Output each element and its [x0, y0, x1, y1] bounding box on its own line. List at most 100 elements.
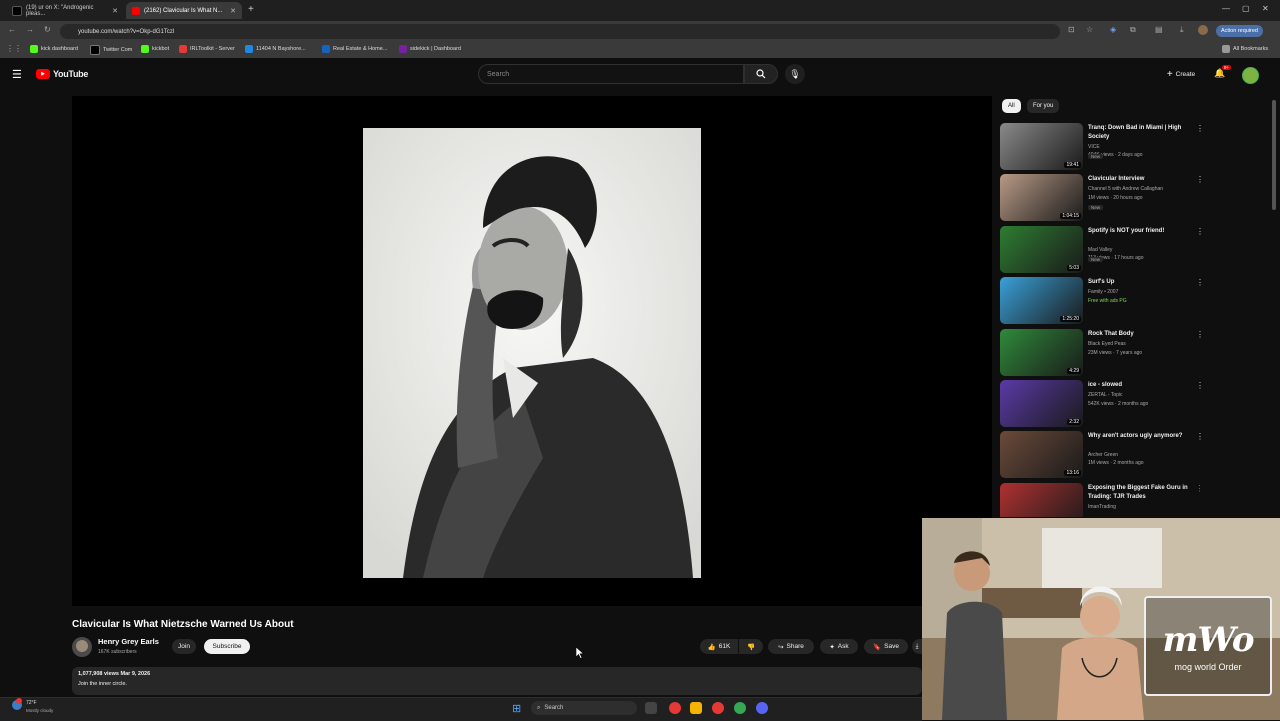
browser-tab-youtube[interactable]: (2162) Clavicular Is What N... ✕ — [126, 2, 242, 19]
file-explorer-icon[interactable] — [690, 702, 702, 714]
puzzle-icon[interactable]: ⧉ — [1130, 25, 1136, 35]
recommendation-title[interactable]: Spotify is NOT your friend! — [1088, 227, 1188, 236]
video-thumbnail[interactable]: 1:04:15 — [1000, 174, 1083, 222]
video-thumbnail[interactable]: 5:03 — [1000, 225, 1083, 273]
recommendation-title[interactable]: Surf's Up — [1088, 278, 1188, 287]
bookmark-item[interactable]: kick dashboard — [30, 45, 78, 53]
new-tab-button[interactable]: + — [248, 4, 254, 15]
taskbar-search[interactable]: ⌕ Search — [531, 701, 637, 715]
recommendation-title[interactable]: Why aren't actors ugly anymore? — [1088, 432, 1188, 441]
chrome-icon[interactable] — [669, 702, 681, 714]
recommendation-item[interactable]: 2:32 ice - slowed ZERTAL - Topic 542K views… — [1000, 380, 1204, 428]
youtube-logo[interactable]: ▶ YouTube — [36, 69, 88, 79]
browser-tab-x[interactable]: (19) ur on X: "Androgenic pleas... ✕ — [6, 2, 124, 19]
dislike-button[interactable]: 👎 — [739, 639, 763, 654]
download-button[interactable]: ⤓ — [912, 639, 922, 654]
channel-avatar[interactable] — [72, 637, 92, 657]
task-view-icon[interactable] — [645, 702, 657, 714]
profile-avatar[interactable] — [1198, 25, 1208, 35]
url-text: youtube.com/watch?v=Okp-dG1Tczl — [78, 28, 175, 35]
recommendation-channel: Channel 5 with Andrew Callaghan — [1088, 186, 1164, 193]
windows-start-icon[interactable]: ⊞ — [512, 702, 521, 715]
sidebar-scrollbar[interactable] — [1272, 100, 1276, 210]
close-tab-icon[interactable]: ✕ — [230, 7, 236, 15]
more-options-icon[interactable]: ⋮ — [1196, 124, 1204, 133]
new-badge: New — [1088, 154, 1104, 159]
install-app-icon[interactable]: ⊡ — [1068, 25, 1075, 34]
more-options-icon[interactable]: ⋮ — [1196, 432, 1204, 441]
action-required-button[interactable]: Action required — [1216, 25, 1263, 37]
account-avatar[interactable] — [1242, 67, 1259, 84]
description-box[interactable] — [72, 667, 922, 695]
bookmark-item[interactable]: Twitter Com — [90, 45, 132, 55]
download-icon[interactable]: ⤓ — [1180, 25, 1184, 35]
maximize-icon[interactable]: ▢ — [1242, 4, 1250, 13]
view-stats: 1,077,908 views Mar 9, 2026 — [78, 671, 151, 677]
discord-icon[interactable] — [756, 702, 768, 714]
search-input[interactable]: Search — [478, 64, 744, 84]
channel-name[interactable]: Henry Grey Earls — [98, 637, 159, 646]
extension-icon[interactable]: ◈ — [1110, 25, 1116, 34]
all-bookmarks[interactable]: All Bookmarks — [1222, 45, 1268, 53]
close-tab-icon[interactable]: ✕ — [112, 7, 118, 15]
video-duration: 4:29 — [1067, 367, 1081, 374]
apps-grid-icon[interactable]: ⋮⋮ — [6, 44, 22, 53]
join-label: Join — [178, 643, 190, 650]
recommendation-item[interactable]: 13:16 Why aren't actors ugly anymore? Arch… — [1000, 431, 1204, 479]
more-options-icon[interactable]: ⋮ — [1196, 484, 1200, 493]
address-bar[interactable]: youtube.com/watch?v=Okp-dG1Tczl — [60, 24, 1060, 39]
chrome-profile-icon[interactable] — [734, 702, 746, 714]
filter-chip-for-you[interactable]: For you — [1027, 99, 1060, 113]
more-options-icon[interactable]: ⋮ — [1196, 381, 1204, 390]
bookmark-item[interactable]: kickbot — [141, 45, 169, 53]
bookmark-label: IRLToolkit - Server — [190, 46, 235, 52]
bookmark-item[interactable]: Real Estate & Home... — [322, 45, 387, 53]
forward-icon[interactable]: → — [26, 25, 34, 34]
tab-label: (2162) Clavicular Is What N... — [144, 7, 223, 14]
recommendation-title[interactable]: Tranq: Down Bad in Miami | High Society — [1088, 124, 1188, 142]
recommendation-item[interactable]: 4:29 Rock That Body Black Eyed Peas 23M vie… — [1000, 328, 1204, 377]
menu-icon[interactable]: ☰ — [12, 68, 22, 81]
more-options-icon[interactable]: ⋮ — [1196, 227, 1204, 236]
notification-count: 9+ — [1222, 65, 1232, 70]
recommendation-title[interactable]: Rock That Body — [1088, 330, 1188, 339]
minimize-icon[interactable]: — — [1222, 4, 1230, 13]
filter-chip-all[interactable]: All — [1002, 99, 1021, 113]
share-button[interactable]: ↪ Share — [768, 639, 814, 654]
sidepanel-icon[interactable]: ▤ — [1155, 25, 1163, 34]
recommendation-item[interactable]: 5:03 Spotify is NOT your friend! Mad Valle… — [1000, 225, 1204, 274]
more-options-icon[interactable]: ⋮ — [1196, 175, 1204, 184]
video-thumbnail[interactable]: 19:41 — [1000, 123, 1083, 170]
mic-button[interactable]: 🎙 — [785, 64, 805, 84]
more-options-icon[interactable]: ⋮ — [1196, 330, 1204, 339]
reload-icon[interactable]: ↻ — [44, 25, 51, 34]
video-thumbnail[interactable]: 2:32 — [1000, 380, 1083, 427]
like-button[interactable]: 👍 61K — [700, 639, 738, 654]
recommendation-item[interactable]: 1:04:15 Clavicular Interview Channel 5 wit… — [1000, 174, 1204, 222]
recommendation-title[interactable]: Exposing the Biggest Fake Guru in Tradin… — [1088, 484, 1188, 502]
video-thumbnail[interactable]: 1:25:20 — [1000, 277, 1083, 325]
recommendation-title[interactable]: ice - slowed — [1088, 381, 1188, 390]
search-button[interactable] — [744, 64, 778, 84]
recommendation-item[interactable]: 1:25:20 Surf's Up Family • 2007 Free with a… — [1000, 277, 1204, 325]
bookmark-item[interactable]: IRLToolkit - Server — [179, 45, 235, 53]
subscribe-button[interactable]: Subscribe — [204, 639, 250, 654]
video-thumbnail[interactable]: 4:29 — [1000, 328, 1083, 376]
ask-button[interactable]: ✦ Ask — [820, 639, 858, 654]
save-button[interactable]: 🔖 Save — [864, 639, 908, 654]
bookmark-star-icon[interactable]: ☆ — [1086, 25, 1093, 34]
recommendation-item[interactable]: Exposing the Biggest Fake Guru in Tradin… — [1000, 482, 1200, 517]
more-options-icon[interactable]: ⋮ — [1196, 278, 1204, 287]
recommendation-title[interactable]: Clavicular Interview — [1088, 175, 1188, 184]
close-window-icon[interactable]: ✕ — [1262, 4, 1269, 13]
bookmark-item[interactable]: sidekick | Dashboard — [399, 45, 461, 53]
recommendation-item[interactable]: 19:41 Tranq: Down Bad in Miami | High Soc… — [1000, 123, 1204, 171]
thumbs-down-icon: 👎 — [746, 643, 756, 651]
video-thumbnail[interactable] — [1000, 482, 1083, 517]
video-thumbnail[interactable]: 13:16 — [1000, 431, 1083, 479]
back-icon[interactable]: ← — [8, 25, 16, 34]
join-button[interactable]: Join — [172, 639, 196, 654]
chrome-alt-icon[interactable] — [712, 702, 724, 714]
create-button[interactable]: + Create — [1160, 66, 1202, 82]
bookmark-item[interactable]: 11404 N Bayshore... — [245, 45, 306, 53]
